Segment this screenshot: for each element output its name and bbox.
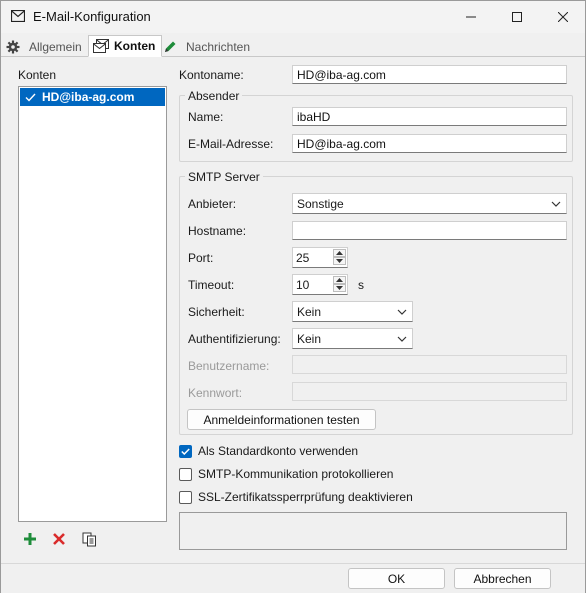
timeout-up-button[interactable]: [333, 276, 346, 284]
anbieter-label: Anbieter:: [188, 197, 237, 211]
checkbox-box: [179, 444, 192, 458]
title-bar: E-Mail-Konfiguration: [1, 1, 585, 33]
tab-label: Allgemein: [29, 40, 82, 54]
hostname-input[interactable]: [292, 221, 567, 240]
arrow-up-icon: [336, 278, 343, 282]
checkbox-label: Als Standardkonto verwenden: [198, 444, 359, 458]
auth-select[interactable]: Kein: [292, 328, 413, 349]
benutzername-label: Benutzername:: [188, 359, 270, 373]
timeout-down-button[interactable]: [333, 284, 346, 292]
hostname-label: Hostname:: [188, 224, 247, 238]
plus-icon: [24, 533, 36, 545]
sicherheit-select[interactable]: Kein: [292, 301, 413, 322]
port-up-button[interactable]: [333, 249, 346, 257]
tab-label: Nachrichten: [186, 40, 251, 54]
port-stepper[interactable]: 25: [292, 247, 348, 268]
name-input[interactable]: ibaHD: [292, 107, 567, 126]
account-label: HD@iba-ag.com: [42, 90, 135, 104]
accounts-header: Konten: [18, 68, 57, 82]
chevron-down-icon: [397, 309, 407, 315]
anbieter-value: Sonstige: [297, 197, 344, 211]
kennwort-label: Kennwort:: [188, 386, 243, 400]
checkbox-box: [179, 467, 192, 481]
check-icon: [181, 447, 190, 455]
status-textarea[interactable]: [179, 512, 567, 550]
arrow-down-icon: [336, 259, 343, 263]
gear-icon: [5, 39, 21, 55]
auth-label: Authentifizierung:: [188, 332, 281, 346]
cancel-button[interactable]: Abbrechen: [454, 568, 551, 589]
konten-tab-panel: Konten HD@iba-ag.com Kontoname: HD@iba-a…: [2, 57, 584, 563]
ssl-revocation-checkbox[interactable]: SSL-Zertifikatssperrprüfung deaktivieren: [179, 490, 413, 504]
tab-nachrichten[interactable]: Nachrichten: [162, 37, 250, 57]
accounts-list[interactable]: HD@iba-ag.com: [18, 86, 167, 522]
smtp-logging-checkbox[interactable]: SMTP-Kommunikation protokollieren: [179, 467, 393, 481]
delete-icon: [53, 533, 65, 545]
sicherheit-value: Kein: [297, 305, 322, 319]
email-input[interactable]: HD@iba-ag.com: [292, 134, 567, 153]
port-value: 25: [296, 251, 310, 265]
smtp-group-title: SMTP Server: [185, 170, 263, 184]
arrow-up-icon: [336, 251, 343, 255]
default-account-checkbox[interactable]: Als Standardkonto verwenden: [179, 444, 358, 458]
ok-button[interactable]: OK: [348, 568, 445, 589]
window-title: E-Mail-Konfiguration: [33, 9, 151, 24]
kontoname-input[interactable]: HD@iba-ag.com: [292, 65, 567, 84]
envelope-icon: [10, 9, 26, 23]
maximize-button[interactable]: [494, 1, 540, 33]
pencil-icon: [162, 39, 178, 55]
minimize-button[interactable]: [448, 1, 494, 33]
tab-strip: Allgemein Konten Nachrichten: [1, 35, 585, 57]
tab-label: Konten: [114, 39, 156, 53]
anbieter-select[interactable]: Sonstige: [292, 193, 567, 214]
name-label: Name:: [188, 110, 224, 124]
list-item[interactable]: HD@iba-ag.com: [20, 88, 165, 106]
chevron-down-icon: [397, 336, 407, 342]
kontoname-label: Kontoname:: [179, 68, 244, 82]
timeout-stepper[interactable]: 10: [292, 274, 348, 295]
tab-konten[interactable]: Konten: [88, 35, 163, 57]
add-account-button[interactable]: [20, 529, 40, 549]
mail-accounts-icon: [93, 38, 109, 54]
port-down-button[interactable]: [333, 257, 346, 265]
email-config-dialog: E-Mail-Konfiguration Allgemein Konten Na…: [0, 0, 586, 593]
auth-value: Kein: [297, 332, 322, 346]
absender-group-title: Absender: [185, 89, 243, 103]
timeout-unit: s: [358, 278, 364, 292]
tab-allgemein[interactable]: Allgemein: [5, 37, 82, 57]
test-credentials-button[interactable]: Anmeldeinformationen testen: [187, 409, 376, 430]
checkbox-label: SMTP-Kommunikation protokollieren: [198, 467, 394, 481]
timeout-label: Timeout:: [188, 278, 235, 292]
timeout-value: 10: [296, 278, 310, 292]
checkbox-label: SSL-Zertifikatssperrprüfung deaktivieren: [198, 490, 413, 504]
check-icon: [24, 91, 36, 103]
close-button[interactable]: [540, 1, 586, 33]
email-label: E-Mail-Adresse:: [188, 137, 274, 151]
chevron-down-icon: [551, 201, 561, 207]
copy-account-button[interactable]: [79, 529, 99, 549]
dialog-footer: OK Abbrechen: [1, 563, 585, 593]
sicherheit-label: Sicherheit:: [188, 305, 245, 319]
benutzername-input: [292, 355, 567, 374]
arrow-down-icon: [336, 286, 343, 290]
checkbox-box: [179, 490, 192, 504]
delete-account-button[interactable]: [49, 529, 69, 549]
copy-icon: [82, 532, 96, 546]
kennwort-input: [292, 382, 567, 401]
port-label: Port:: [188, 251, 214, 265]
